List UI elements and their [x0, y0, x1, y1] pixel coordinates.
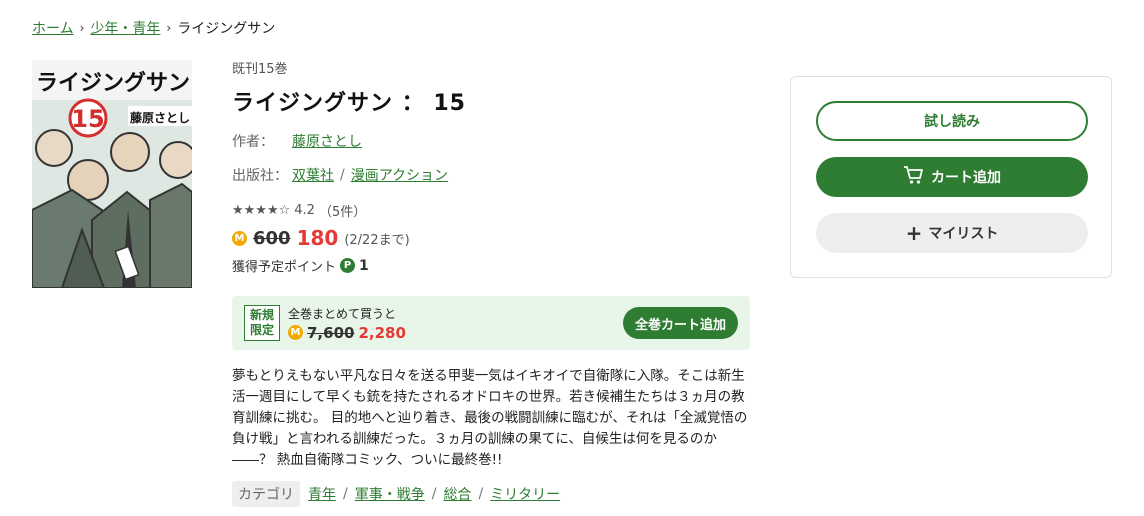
points-value: 1	[359, 257, 369, 274]
cart-icon	[903, 165, 925, 189]
purchase-panel: 試し読み カート追加 + マイリスト	[790, 76, 1112, 278]
chevron-right-icon: ›	[166, 21, 172, 35]
sale-price: 180	[296, 226, 339, 250]
points-label: 獲得予定ポイント	[232, 260, 337, 275]
points-icon: P	[340, 258, 356, 273]
new-limited-badge: 新規 限定	[244, 305, 280, 341]
publisher-label: 出版社：	[232, 168, 288, 184]
bundle-text: 全巻まとめて買うと M 7,600 2,280	[288, 305, 406, 342]
author-row: 作者： 藤原さとし	[232, 131, 752, 151]
category-link-seinen[interactable]: 青年	[308, 484, 336, 504]
book-cover-image[interactable]: ライジングサン 15 藤原さとし	[32, 60, 192, 288]
points-row: 獲得予定ポイント P 1	[232, 256, 752, 276]
category-link-military-war[interactable]: 軍事・戦争	[355, 484, 425, 504]
cover-title-text: ライジングサン	[36, 70, 190, 96]
author-link[interactable]: 藤原さとし	[292, 131, 362, 151]
book-title: ライジングサン ： 15	[232, 91, 466, 116]
star-rating-icon: ★★★★☆	[232, 203, 291, 218]
breadcrumb-home-link[interactable]: ホーム	[32, 18, 74, 38]
bundle-original-price: 7,600	[307, 323, 355, 342]
book-description: 夢もとりえもない平凡な日々を送る甲斐一気はイキオイで自衛隊に入隊。そこは新生活一…	[232, 368, 748, 468]
bundle-label: 全巻まとめて買うと	[288, 306, 397, 321]
author-label: 作者：	[232, 134, 274, 150]
sample-read-button[interactable]: 試し読み	[816, 101, 1088, 141]
breadcrumb-current: ライジングサン	[177, 21, 276, 37]
add-to-cart-button[interactable]: カート追加	[816, 157, 1088, 197]
coin-icon: M	[288, 325, 303, 340]
book-info: 既刊15巻 ライジングサン ： 15 作者： 藤原さとし 出版社： 双葉社 / …	[232, 58, 752, 275]
publisher-row: 出版社： 双葉社 / 漫画アクション	[232, 165, 449, 185]
cover-volume-text: 15	[71, 105, 104, 133]
breadcrumb-category-link[interactable]: 少年・青年	[90, 18, 160, 38]
plus-icon: +	[905, 221, 923, 245]
bundle-offer: 新規 限定 全巻まとめて買うと M 7,600 2,280 全巻カート追加	[232, 296, 750, 350]
series-count: 既刊15巻	[232, 62, 288, 77]
rating[interactable]: ★★★★☆ 4.2 （5件）	[232, 201, 752, 220]
label-link[interactable]: 漫画アクション	[351, 165, 448, 185]
add-all-to-cart-button[interactable]: 全巻カート追加	[622, 307, 738, 339]
original-price: 600	[253, 227, 291, 249]
category-link-military[interactable]: ミリタリー	[490, 484, 560, 504]
breadcrumb: ホーム › 少年・青年 › ライジングサン	[32, 18, 275, 38]
sale-until: (2/22まで)	[344, 232, 410, 248]
publisher-link[interactable]: 双葉社	[292, 165, 334, 185]
rating-value: 4.2	[294, 203, 315, 218]
category-label: カテゴリ	[232, 481, 300, 507]
cover-author-text: 藤原さとし	[129, 110, 190, 125]
review-count: （5件）	[318, 205, 367, 220]
price-row: M 600 180 (2/22まで)	[232, 226, 752, 250]
category-link-general[interactable]: 総合	[443, 484, 471, 504]
bundle-sale-price: 2,280	[358, 323, 406, 342]
category-row: カテゴリ 青年 / 軍事・戦争 / 総合 / ミリタリー	[232, 481, 560, 507]
add-to-mylist-button[interactable]: + マイリスト	[816, 213, 1088, 253]
bundle-prices: M 7,600 2,280	[288, 324, 406, 342]
coin-icon: M	[232, 230, 247, 246]
chevron-right-icon: ›	[79, 21, 85, 35]
